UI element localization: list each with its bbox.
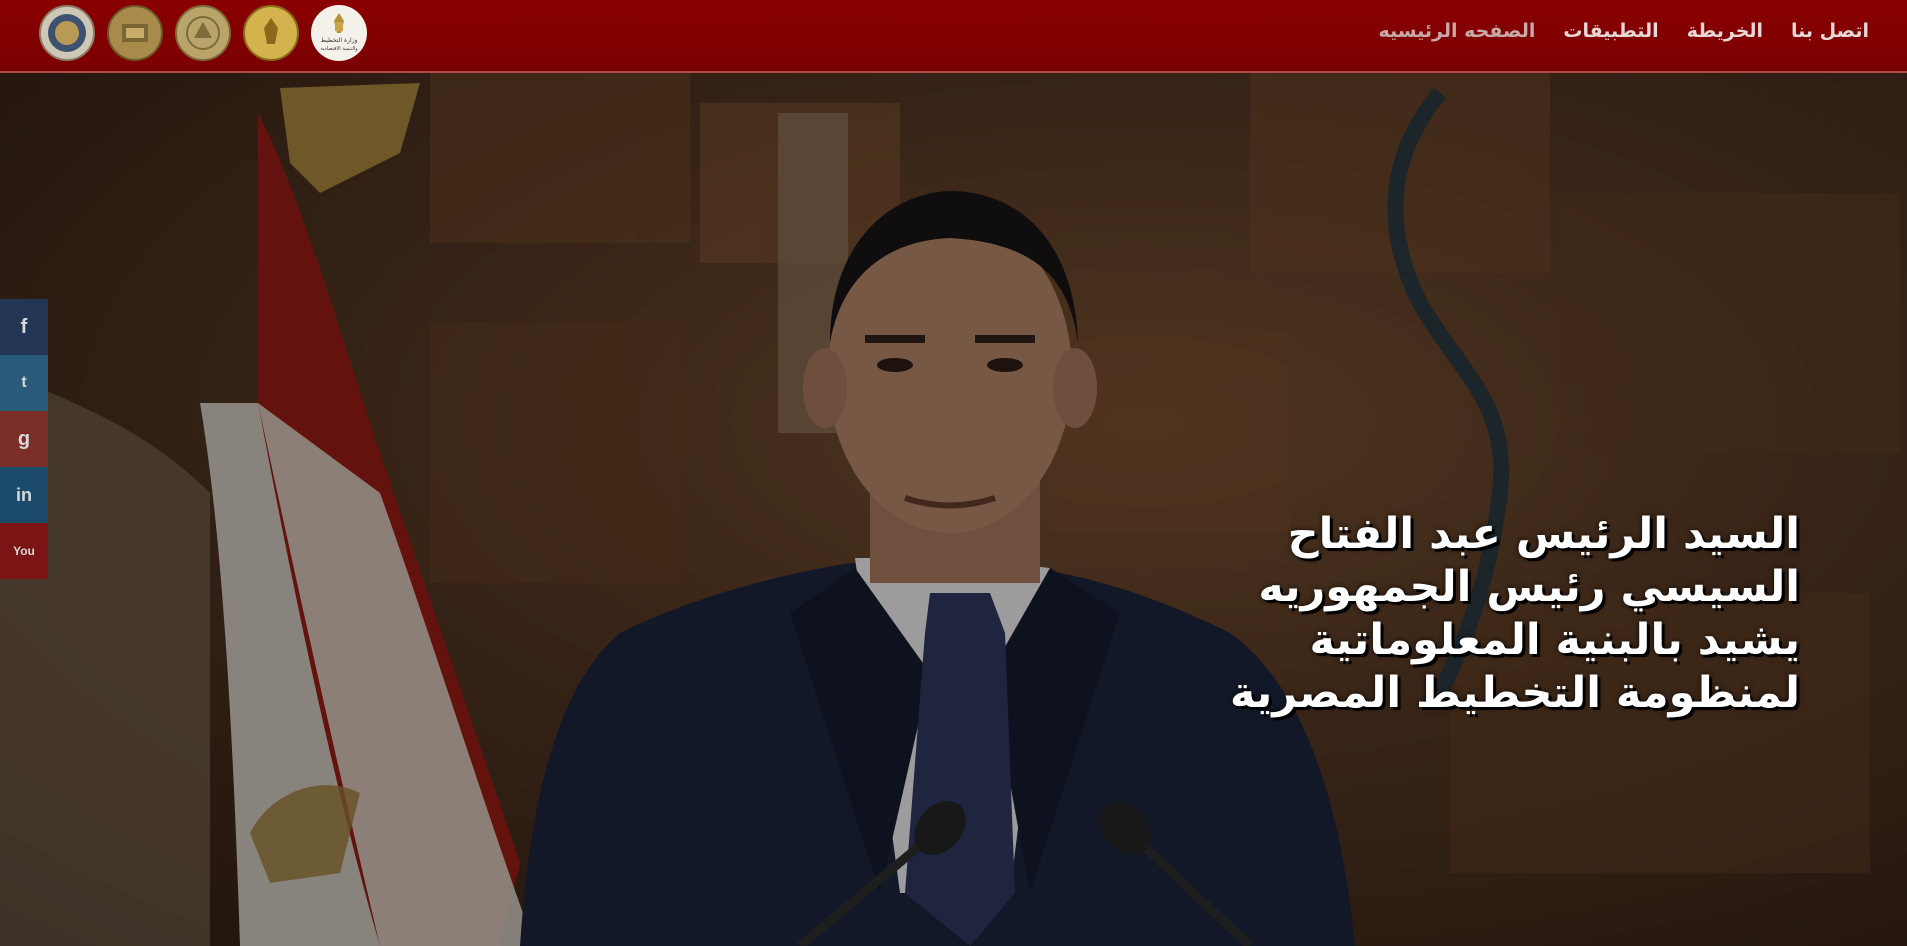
social-sidebar: f t g in You xyxy=(0,299,48,579)
main-menu: الصفحه الرئيسيه التطبيقات الخريطة اتصل ب… xyxy=(1379,20,1869,42)
page: وزارة التخطيط والتنمية الاقتصادية الصفحه… xyxy=(0,0,1907,946)
nav-home[interactable]: الصفحه الرئيسيه xyxy=(1379,20,1536,42)
top-navbar: وزارة التخطيط والتنمية الاقتصادية الصفحه… xyxy=(0,0,1907,73)
hero-slider: السيد الرئيس عبد الفتاح السيسي رئيس الجم… xyxy=(0,73,1907,946)
seal-logo-1[interactable] xyxy=(38,4,96,62)
ministry-logo-line-2: والتنمية الاقتصادية xyxy=(320,46,358,52)
ministry-logo-line-1: وزارة التخطيط xyxy=(320,37,357,44)
linkedin-icon[interactable]: in xyxy=(0,467,48,523)
nav-map[interactable]: الخريطة xyxy=(1687,20,1763,42)
facebook-icon[interactable]: f xyxy=(0,299,48,355)
seal-logo-4[interactable] xyxy=(242,4,300,62)
twitter-icon[interactable]: t xyxy=(0,355,48,411)
nav-contact[interactable]: اتصل بنا xyxy=(1791,20,1869,42)
seal-logo-2[interactable] xyxy=(106,4,164,62)
logo-strip: وزارة التخطيط والتنمية الاقتصادية xyxy=(38,4,368,62)
ministry-logo[interactable]: وزارة التخطيط والتنمية الاقتصادية xyxy=(310,4,368,62)
google-plus-icon[interactable]: g xyxy=(0,411,48,467)
seal-logo-3[interactable] xyxy=(174,4,232,62)
youtube-icon[interactable]: You xyxy=(0,523,48,579)
hero-headline: السيد الرئيس عبد الفتاح السيسي رئيس الجم… xyxy=(1230,509,1800,718)
nav-applications[interactable]: التطبيقات xyxy=(1563,20,1658,42)
